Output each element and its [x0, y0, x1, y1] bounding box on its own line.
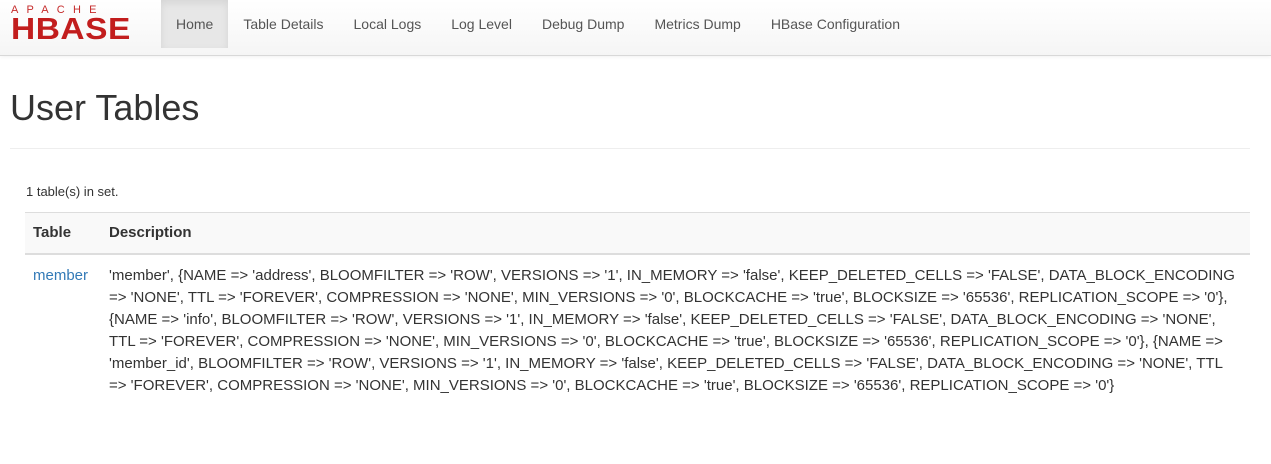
nav-item-metrics-dump[interactable]: Metrics Dump [639, 0, 755, 48]
table-description-cell: 'member', {NAME => 'address', BLOOMFILTE… [109, 267, 1235, 394]
table-row: member 'member', {NAME => 'address', BLO… [25, 254, 1250, 407]
logo-hbase-text: HBASE [11, 11, 131, 46]
nav-item-local-logs[interactable]: Local Logs [339, 0, 437, 48]
top-navbar: APACHE HBASE Home Table Details Local Lo… [0, 0, 1271, 56]
nav-item-debug-dump[interactable]: Debug Dump [527, 0, 640, 48]
table-link-member[interactable]: member [33, 267, 88, 284]
column-header-table: Table [25, 212, 101, 255]
nav-item-home[interactable]: Home [161, 0, 229, 48]
hbase-logo[interactable]: APACHE HBASE [11, 5, 151, 46]
nav-item-table-details[interactable]: Table Details [228, 0, 338, 48]
table-count-summary: 1 table(s) in set. [26, 184, 119, 199]
table-name-cell: member [25, 254, 101, 407]
main-nav: Home Table Details Local Logs Log Level … [161, 0, 915, 48]
table-header-row: Table Description [25, 212, 1250, 255]
column-header-description: Description [101, 212, 1250, 255]
nav-item-log-level[interactable]: Log Level [436, 0, 527, 48]
page-header: User Tables [10, 88, 1250, 149]
page-title: User Tables [10, 87, 200, 128]
user-tables-table: Table Description member 'member', {NAME… [25, 212, 1250, 407]
nav-item-hbase-configuration[interactable]: HBase Configuration [756, 0, 915, 48]
